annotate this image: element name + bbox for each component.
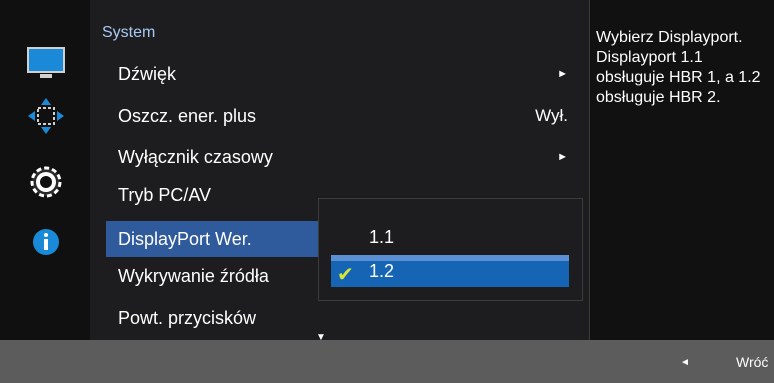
menu-item-eco-saving[interactable]: Oszcz. ener. plus Wył. — [106, 98, 586, 134]
menu-item-label: Wykrywanie źródła — [118, 266, 269, 286]
return-button[interactable]: Wróć — [736, 354, 768, 370]
submenu-arrow-icon: ► — [557, 68, 568, 80]
checkmark-icon: ✔ — [337, 264, 354, 286]
category-sidebar — [0, 0, 90, 340]
option-1-2[interactable]: ✔ 1.2 — [331, 255, 569, 287]
menu-item-label: Oszcz. ener. plus — [118, 106, 257, 126]
menu-item-label: Dźwięk — [118, 64, 177, 84]
menu-item-key-repeat[interactable]: Powt. przycisków — [106, 300, 586, 336]
move-arrows-icon[interactable] — [22, 96, 70, 136]
menu-title: System — [102, 24, 156, 41]
display-icon[interactable] — [22, 44, 70, 84]
help-text: Wybierz Displayport. Displayport 1.1 obs… — [596, 29, 761, 106]
bottom-bar: ◄ Wróć — [0, 340, 774, 383]
menu-item-label: Powt. przycisków — [118, 308, 257, 328]
help-panel: Wybierz Displayport. Displayport 1.1 obs… — [590, 0, 774, 340]
option-label: 1.2 — [369, 261, 395, 281]
info-icon[interactable] — [22, 222, 70, 262]
option-label: 1.1 — [369, 227, 395, 247]
option-1-1[interactable]: 1.1 — [331, 221, 569, 253]
menu-item-label: Wyłącznik czasowy — [118, 147, 273, 167]
osd-screen: System Dźwięk ► Oszcz. ener. plus Wył. W… — [0, 0, 774, 383]
menu-item-label: DisplayPort Wer. — [118, 229, 252, 249]
submenu-arrow-icon: ► — [557, 151, 568, 163]
menu-item-value: Wył. — [535, 106, 568, 125]
menu-item-sound[interactable]: Dźwięk ► — [106, 56, 586, 92]
menu-item-label: Tryb PC/AV — [118, 185, 212, 205]
gear-icon[interactable] — [22, 162, 70, 202]
menu-item-displayport-version[interactable]: DisplayPort Wer. — [106, 221, 330, 257]
menu-item-off-timer[interactable]: Wyłącznik czasowy ► — [106, 139, 586, 175]
displayport-version-submenu: 1.1 ✔ 1.2 — [318, 198, 583, 301]
return-arrow-icon[interactable]: ◄ — [680, 357, 690, 368]
